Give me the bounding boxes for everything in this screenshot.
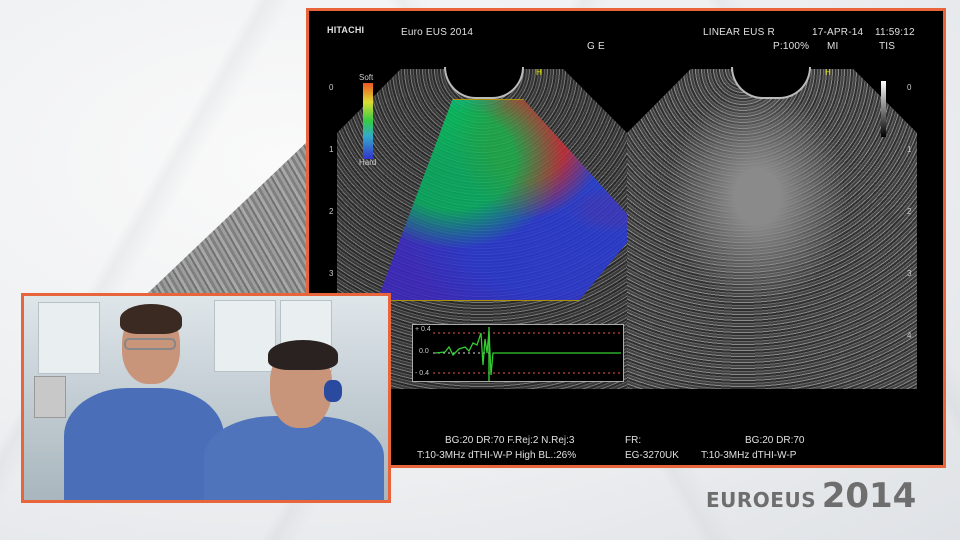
- left-info-line1: BG:20 DR:70 F.Rej:2 N.Rej:3: [445, 435, 575, 446]
- right-info-model: EG-3270UK: [625, 450, 679, 461]
- ultrasound-monitor: HITACHI Euro EUS 2014 G E LINEAR EUS R 1…: [306, 8, 946, 468]
- elasto-colorbar: [363, 83, 373, 159]
- depth-tick-left: 2: [329, 207, 334, 216]
- marker-right: H: [825, 68, 831, 77]
- ultrasound-fan-right: [627, 69, 917, 389]
- surgeon-left-hair: [120, 304, 182, 334]
- depth-tick-right: 0: [907, 83, 912, 92]
- euroeus-logo: EUROEUS 2014: [706, 476, 916, 516]
- tis-label: TIS: [879, 41, 896, 52]
- cabinet: [38, 302, 100, 374]
- equipment: [34, 376, 66, 418]
- depth-tick-right: 1: [907, 145, 912, 154]
- left-info-line2: T:10-3MHz dTHI-W-P High BL.:26%: [417, 450, 577, 461]
- hard-label: Hard: [359, 158, 377, 167]
- depth-tick-right: 2: [907, 207, 912, 216]
- date-label: 17-APR-14: [812, 27, 864, 38]
- right-info-line1: BG:20 DR:70: [745, 435, 805, 446]
- cabinet: [214, 300, 276, 372]
- depth-tick-left: 1: [329, 145, 334, 154]
- right-info-line2: T:10-3MHz dTHI-W-P: [701, 450, 797, 461]
- surgeon-right: [204, 416, 384, 500]
- bmode-panel: [627, 67, 917, 389]
- logo-year: 2014: [821, 476, 917, 516]
- soft-label: Soft: [359, 73, 374, 82]
- strain-graph: + 0.4 0.0 - 0.4: [412, 324, 624, 382]
- depth-tick-right: 3: [907, 269, 912, 278]
- strain-waveform: [433, 327, 621, 381]
- depth-tick-left: 3: [329, 269, 334, 278]
- surgeon-left: [64, 388, 224, 500]
- depth-tick-right: 4: [907, 331, 912, 340]
- time-label: 11:59:12: [875, 27, 915, 38]
- surgeon-right-hair: [268, 340, 338, 370]
- camera-feed: [21, 293, 391, 503]
- brand-label: HITACHI: [327, 25, 365, 35]
- mi-label: MI: [827, 41, 839, 52]
- probe-label: LINEAR EUS R: [703, 27, 775, 38]
- marker-left: H: [536, 68, 542, 77]
- depth-tick-left: 0: [329, 83, 334, 92]
- right-info-fr: FR:: [625, 435, 642, 446]
- exam-title: Euro EUS 2014: [401, 27, 474, 38]
- headset-earpiece: [324, 380, 342, 402]
- logo-text: EUROEUS: [706, 488, 817, 512]
- ge-label: G E: [587, 41, 605, 52]
- grayscale-bar: [881, 81, 886, 137]
- power-label: P:100%: [773, 41, 810, 52]
- glasses: [124, 338, 176, 350]
